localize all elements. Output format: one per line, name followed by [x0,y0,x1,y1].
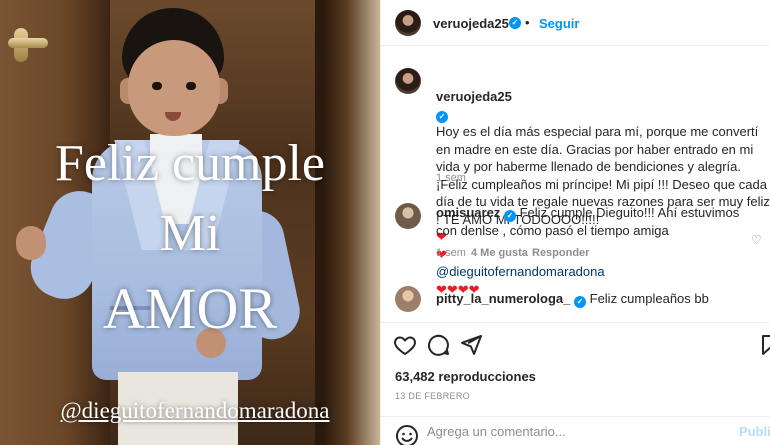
overlay-text-line3: AMOR [102,276,278,341]
comment-icon[interactable] [426,333,450,357]
comment-likes[interactable]: 4 Me gusta [471,247,528,259]
comment-time[interactable]: 1 sem [436,247,466,259]
emoji-icon[interactable] [395,424,419,445]
overlay-text-line1: Feliz cumple [54,135,326,192]
bookmark-icon[interactable] [759,333,770,357]
comment-avatar[interactable] [395,286,421,312]
comment-username[interactable]: omisuarez [436,205,500,220]
comment-item: omisuarez ✓ Feliz cumple Dieguito!!! Ahí… [436,204,756,240]
comment-input[interactable] [427,421,717,441]
caption-mention-link[interactable]: @dieguitofernandomaradona [436,264,605,279]
author-avatar[interactable] [395,10,421,36]
caption-username[interactable]: veruojeda25 [436,89,512,104]
comment-like-icon[interactable]: ♡ [751,233,762,247]
comment-reply-button[interactable]: Responder [532,247,589,259]
post-header: veruojeda25 ✓ • Seguir [381,0,770,46]
overlay-handle-text: @dieguitofernandomaradona [60,398,330,423]
view-count[interactable]: 63,482 reproducciones [395,369,536,384]
comment-username[interactable]: pitty_la_numerologa_ [436,291,570,306]
verified-badge-icon: ✓ [436,111,448,123]
child-eye-right [186,82,196,90]
child-face [128,40,220,136]
child-eye-left [152,82,162,90]
header-separator: • [525,15,530,30]
heart-outline-icon[interactable] [393,333,417,357]
post-date: 13 DE FEBRERO [395,391,470,401]
overlay-text-line2: Mi [159,205,221,262]
author-username[interactable]: veruojeda25 [433,16,509,31]
verified-badge-icon: ✓ [574,296,586,308]
caption-avatar[interactable] [395,68,421,94]
caption-text: veruojeda25 ✓ Hoy es el día más especial… [436,70,770,298]
comment-body: Feliz cumpleaños bb [589,291,709,306]
post-media[interactable]: Feliz cumple Mi AMOR @dieguitofernandoma… [0,0,380,445]
send-icon[interactable] [459,333,483,357]
caption-time[interactable]: 1 sem [436,172,466,184]
publish-button[interactable]: Publicar [739,424,770,439]
post-side-panel: veruojeda25 ✓ • Seguir veruojeda25 ✓ Hoy… [380,0,770,445]
comment-avatar[interactable] [395,203,421,229]
follow-button[interactable]: Seguir [539,16,579,31]
comment-item: pitty_la_numerologa_ ✓ Feliz cumpleaños … [436,290,756,308]
door-handle [8,38,48,48]
verified-badge-icon: ✓ [503,210,516,222]
verified-badge-icon: ✓ [509,17,521,29]
